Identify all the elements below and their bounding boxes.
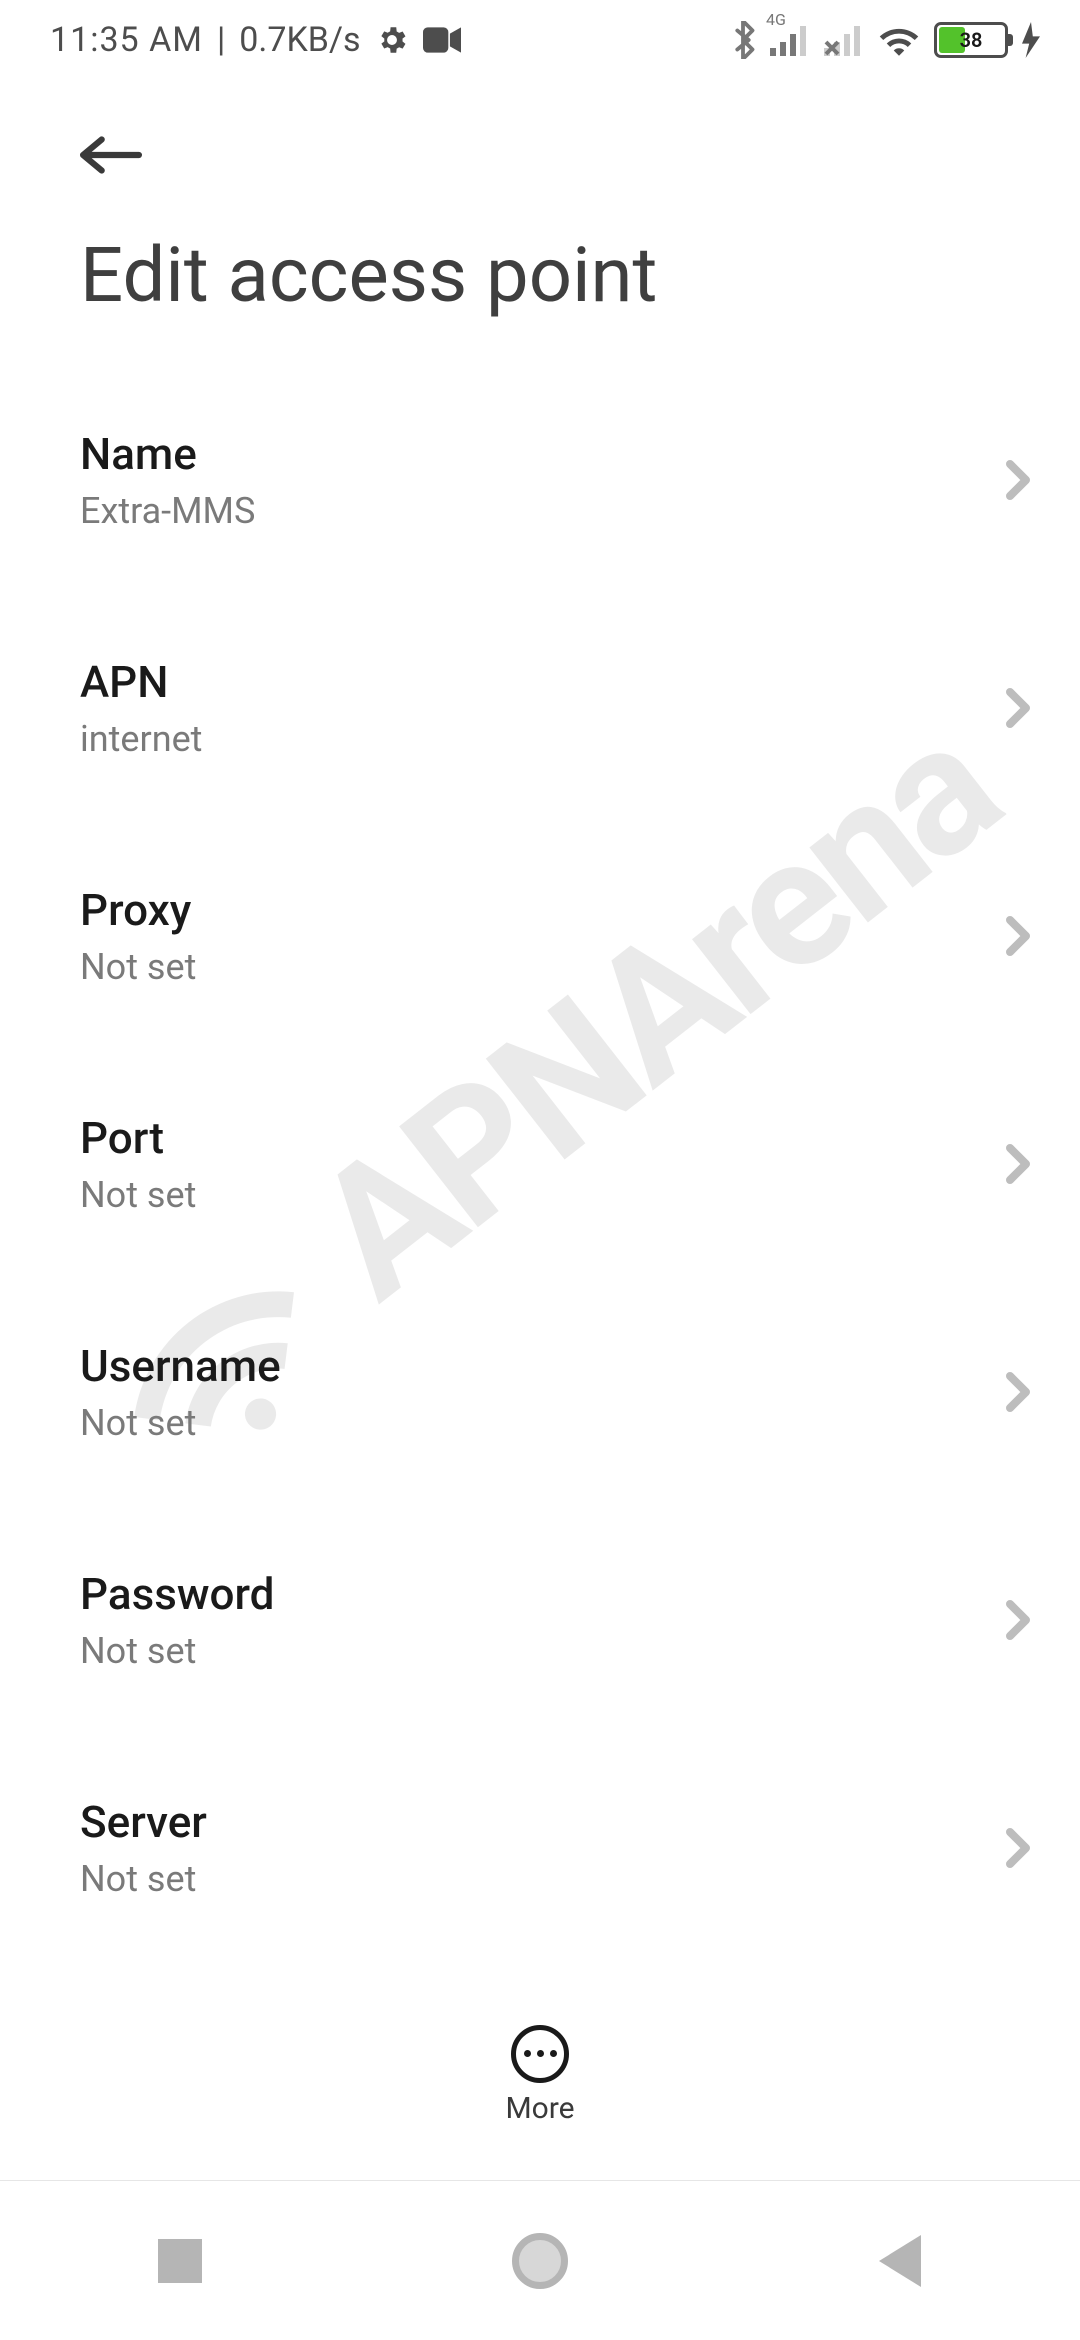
nav-recents-button[interactable] — [70, 2201, 290, 2321]
field-proxy[interactable]: Proxy Not set — [80, 856, 1040, 1016]
field-value: internet — [80, 718, 980, 760]
status-bar: 11:35 AM | 0.7KB/s 4G — [0, 0, 1080, 80]
chevron-right-icon — [1006, 687, 1030, 729]
field-value: Not set — [80, 1174, 980, 1216]
field-apn[interactable]: APN internet — [80, 628, 1040, 788]
battery-percent: 38 — [937, 28, 1005, 52]
field-value: Not set — [80, 1858, 980, 1900]
nav-back-button[interactable] — [790, 2201, 1010, 2321]
signal-4g-label: 4G — [766, 10, 786, 29]
chevron-right-icon — [1006, 459, 1030, 501]
more-icon — [511, 2025, 569, 2083]
field-username[interactable]: Username Not set — [80, 1312, 1040, 1472]
nav-bar — [0, 2180, 1080, 2340]
back-button[interactable] — [80, 120, 170, 190]
field-label: Password — [80, 1568, 980, 1620]
status-time: 11:35 AM — [50, 20, 203, 60]
chevron-right-icon — [1006, 915, 1030, 957]
bluetooth-icon — [730, 21, 756, 59]
triangle-icon — [879, 2235, 921, 2287]
field-value: Not set — [80, 1630, 980, 1672]
field-value: Extra-MMS — [80, 490, 980, 532]
chevron-right-icon — [1006, 1827, 1030, 1869]
chevron-right-icon — [1006, 1599, 1030, 1641]
chevron-right-icon — [1006, 1371, 1030, 1413]
field-value: Not set — [80, 946, 980, 988]
status-left: 11:35 AM | 0.7KB/s — [50, 20, 461, 60]
field-label: Proxy — [80, 884, 980, 936]
field-label: Name — [80, 428, 980, 480]
page-title: Edit access point — [80, 230, 657, 320]
field-label: Server — [80, 1796, 980, 1848]
field-value: Not set — [80, 1402, 980, 1444]
status-speed: 0.7KB/s — [239, 20, 360, 60]
square-icon — [158, 2239, 202, 2283]
circle-icon — [512, 2233, 568, 2289]
nav-home-button[interactable] — [430, 2201, 650, 2321]
field-server[interactable]: Server Not set — [80, 1768, 1040, 1928]
battery-icon: 38 — [934, 22, 1008, 58]
status-separator: | — [217, 20, 225, 60]
charging-icon — [1022, 22, 1040, 58]
field-name[interactable]: Name Extra-MMS — [80, 400, 1040, 560]
field-port[interactable]: Port Not set — [80, 1084, 1040, 1244]
wifi-icon — [878, 23, 920, 57]
status-right: 4G 38 — [730, 21, 1040, 59]
more-button[interactable]: More — [0, 1990, 1080, 2160]
field-label: Port — [80, 1112, 980, 1164]
field-label: Username — [80, 1340, 980, 1392]
field-password[interactable]: Password Not set — [80, 1540, 1040, 1700]
signal-nosim-icon — [824, 24, 864, 56]
more-label: More — [505, 2091, 574, 2126]
field-label: APN — [80, 656, 980, 708]
apn-fields-list: Name Extra-MMS APN internet Proxy Not se… — [80, 400, 1040, 1990]
settings-icon — [375, 23, 409, 57]
signal-4g-icon: 4G — [770, 24, 810, 56]
chevron-right-icon — [1006, 1143, 1030, 1185]
camera-icon — [423, 26, 461, 54]
